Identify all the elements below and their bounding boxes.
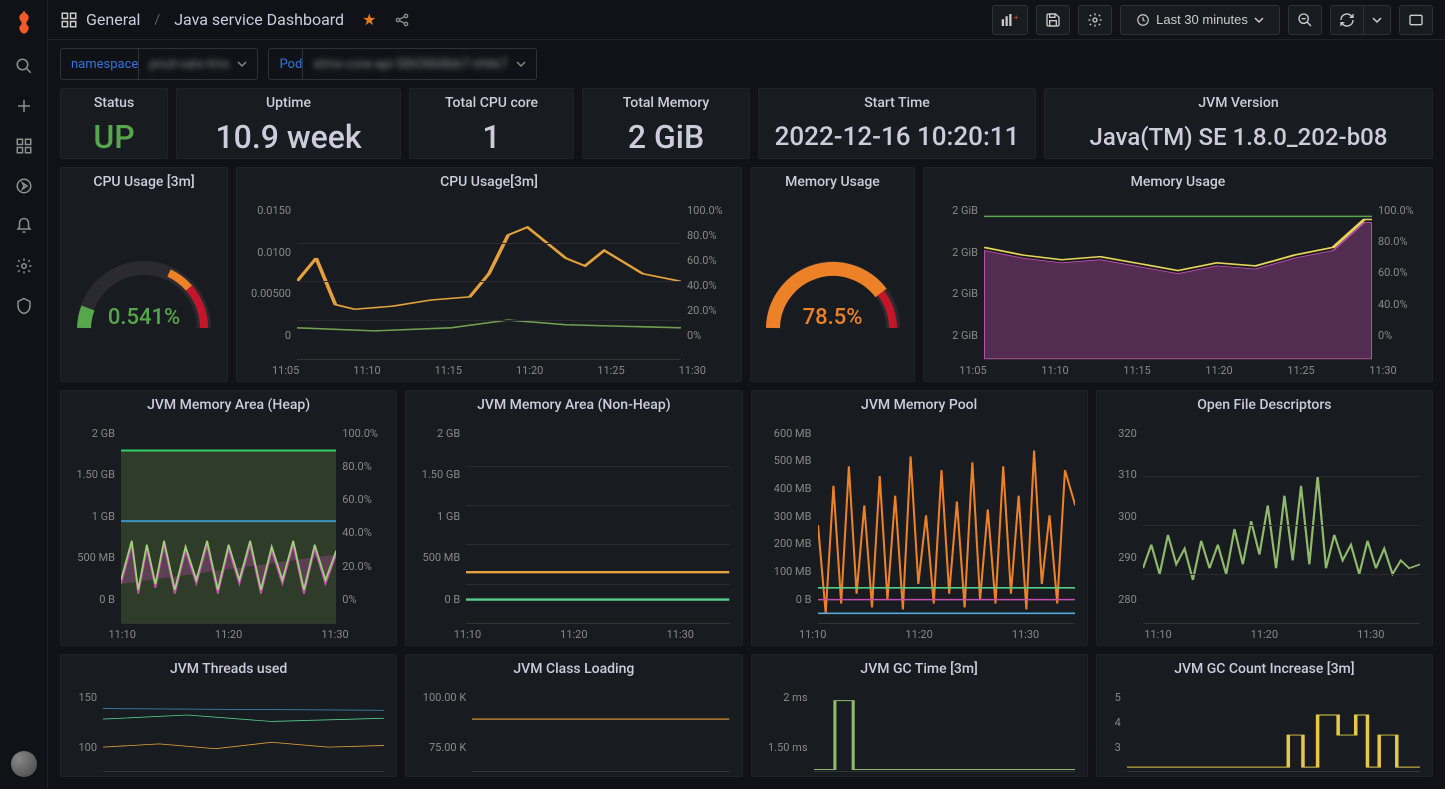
panel-grid-icon [60,11,78,29]
alerting-icon[interactable] [14,216,34,236]
line-chart [1127,691,1420,771]
panel-classload[interactable]: JVM Class Loading 100.00 K75.00 K [405,654,742,777]
var-namespace-value: prod-vats-tms [149,57,229,72]
panel-uptime[interactable]: Uptime 10.9 week [176,88,401,159]
area-chart [121,427,336,623]
panel-title: JVM GC Time [3m] [752,655,1087,683]
panel-title: JVM Class Loading [406,655,741,683]
breadcrumb-page[interactable]: Java service Dashboard [174,10,344,29]
svg-text:+: + [1014,13,1019,22]
panel-fd[interactable]: Open File Descriptors 320310300290280 11… [1096,390,1433,646]
panel-threads[interactable]: JVM Threads used 150100 [60,654,397,777]
panel-title: JVM Memory Pool [752,391,1087,419]
panel-cpu-core[interactable]: Total CPU core 1 [409,88,574,159]
panel-mem-gauge[interactable]: Memory Usage 78.5% [750,167,915,382]
refresh-interval-button[interactable] [1363,5,1391,35]
stat-value: UP [93,118,134,156]
panel-heap[interactable]: JVM Memory Area (Heap) 2 GB1.50 GB1 GB50… [60,390,397,646]
timepicker-button[interactable]: Last 30 minutes [1120,5,1280,35]
gauge-value: 0.541% [64,305,224,330]
topbar: General / Java service Dashboard ★ + Las… [48,0,1445,40]
panel-cpu-chart[interactable]: CPU Usage[3m] 0.01500.01000.005000 100.0… [236,167,742,382]
panel-cpu-gauge[interactable]: CPU Usage [3m] 0.541% [60,167,228,382]
dashboards-icon[interactable] [14,136,34,156]
config-icon[interactable] [14,256,34,276]
chevron-down-icon [237,59,247,69]
clock-icon [1136,13,1150,27]
stat-value: Java(TM) SE 1.8.0_202-b08 [1090,123,1388,151]
panel-title: Total CPU core [410,89,573,117]
explore-icon[interactable] [14,176,34,196]
stat-value: 1 [482,118,500,156]
panel-title: Uptime [177,89,400,117]
line-chart [472,691,729,771]
gauge-value: 78.5% [753,305,913,330]
panel-title: Total Memory [583,89,749,117]
panel-title: Status [61,89,167,117]
star-icon[interactable]: ★ [362,10,376,29]
add-panel-button[interactable]: + [992,5,1028,35]
panel-gccount[interactable]: JVM GC Count Increase [3m] 543 [1096,654,1433,777]
save-button[interactable] [1036,5,1070,35]
settings-button[interactable] [1078,5,1112,35]
line-chart [818,427,1075,623]
line-chart [466,427,729,623]
panel-grid: Status UP Uptime 10.9 week Total CPU cor… [48,88,1445,789]
timepicker-label: Last 30 minutes [1156,12,1248,27]
panel-start-time[interactable]: Start Time 2022-12-16 10:20:11 [758,88,1036,159]
panel-title: JVM GC Count Increase [3m] [1097,655,1432,683]
panel-total-memory[interactable]: Total Memory 2 GiB [582,88,750,159]
panel-title: Start Time [759,89,1035,117]
chevron-down-icon [516,59,526,69]
grafana-logo-icon[interactable] [10,8,38,36]
panel-gctime[interactable]: JVM GC Time [3m] 2 ms1.50 ms [751,654,1088,777]
sidebar [0,0,48,789]
plus-icon[interactable] [14,96,34,116]
cycle-view-button[interactable] [1399,5,1433,35]
refresh-button[interactable] [1330,5,1363,35]
panel-status[interactable]: Status UP [60,88,168,159]
stat-value: 2 GiB [628,118,704,156]
panel-title: Open File Descriptors [1097,391,1432,419]
panel-title: Memory Usage [924,168,1432,196]
chevron-down-icon [1254,15,1264,25]
stat-value: 10.9 week [215,118,361,156]
var-pod-value: stms-core-api-5865868bb7-nhkk7 [313,57,507,72]
search-icon[interactable] [14,56,34,76]
panel-nonheap[interactable]: JVM Memory Area (Non-Heap) 2 GB1.50 GB1 … [405,390,742,646]
var-namespace-select[interactable]: prod-vats-tms [138,48,258,80]
breadcrumb-sep: / [154,12,160,28]
panel-mem-chart[interactable]: Memory Usage 2 GiB2 GiB2 GiB2 GiB 100.0%… [923,167,1433,382]
share-icon[interactable] [394,12,410,28]
var-pod-select[interactable]: stms-core-api-5865868bb7-nhkk7 [302,48,536,80]
panel-title: Memory Usage [751,168,914,196]
stat-value: 2022-12-16 10:20:11 [775,122,1020,152]
user-avatar[interactable] [11,751,37,777]
panel-title: JVM Threads used [61,655,396,683]
var-namespace-label: namespace [60,48,149,80]
variable-bar: namespace prod-vats-tms Pod stms-core-ap… [48,40,1445,88]
area-chart [984,204,1372,359]
panel-title: JVM Version [1045,89,1432,117]
line-chart [103,691,384,771]
panel-title: JVM Memory Area (Heap) [61,391,396,419]
admin-icon[interactable] [14,296,34,316]
panel-pool[interactable]: JVM Memory Pool 600 MB500 MB400 MB300 MB… [751,390,1088,646]
panel-title: CPU Usage [3m] [61,168,227,196]
panel-title: JVM Memory Area (Non-Heap) [406,391,741,419]
panel-jvm-version[interactable]: JVM Version Java(TM) SE 1.8.0_202-b08 [1044,88,1433,159]
zoom-out-button[interactable] [1288,5,1322,35]
panel-title: CPU Usage[3m] [237,168,741,196]
breadcrumb-root[interactable]: General [86,10,140,29]
line-chart [814,691,1075,771]
